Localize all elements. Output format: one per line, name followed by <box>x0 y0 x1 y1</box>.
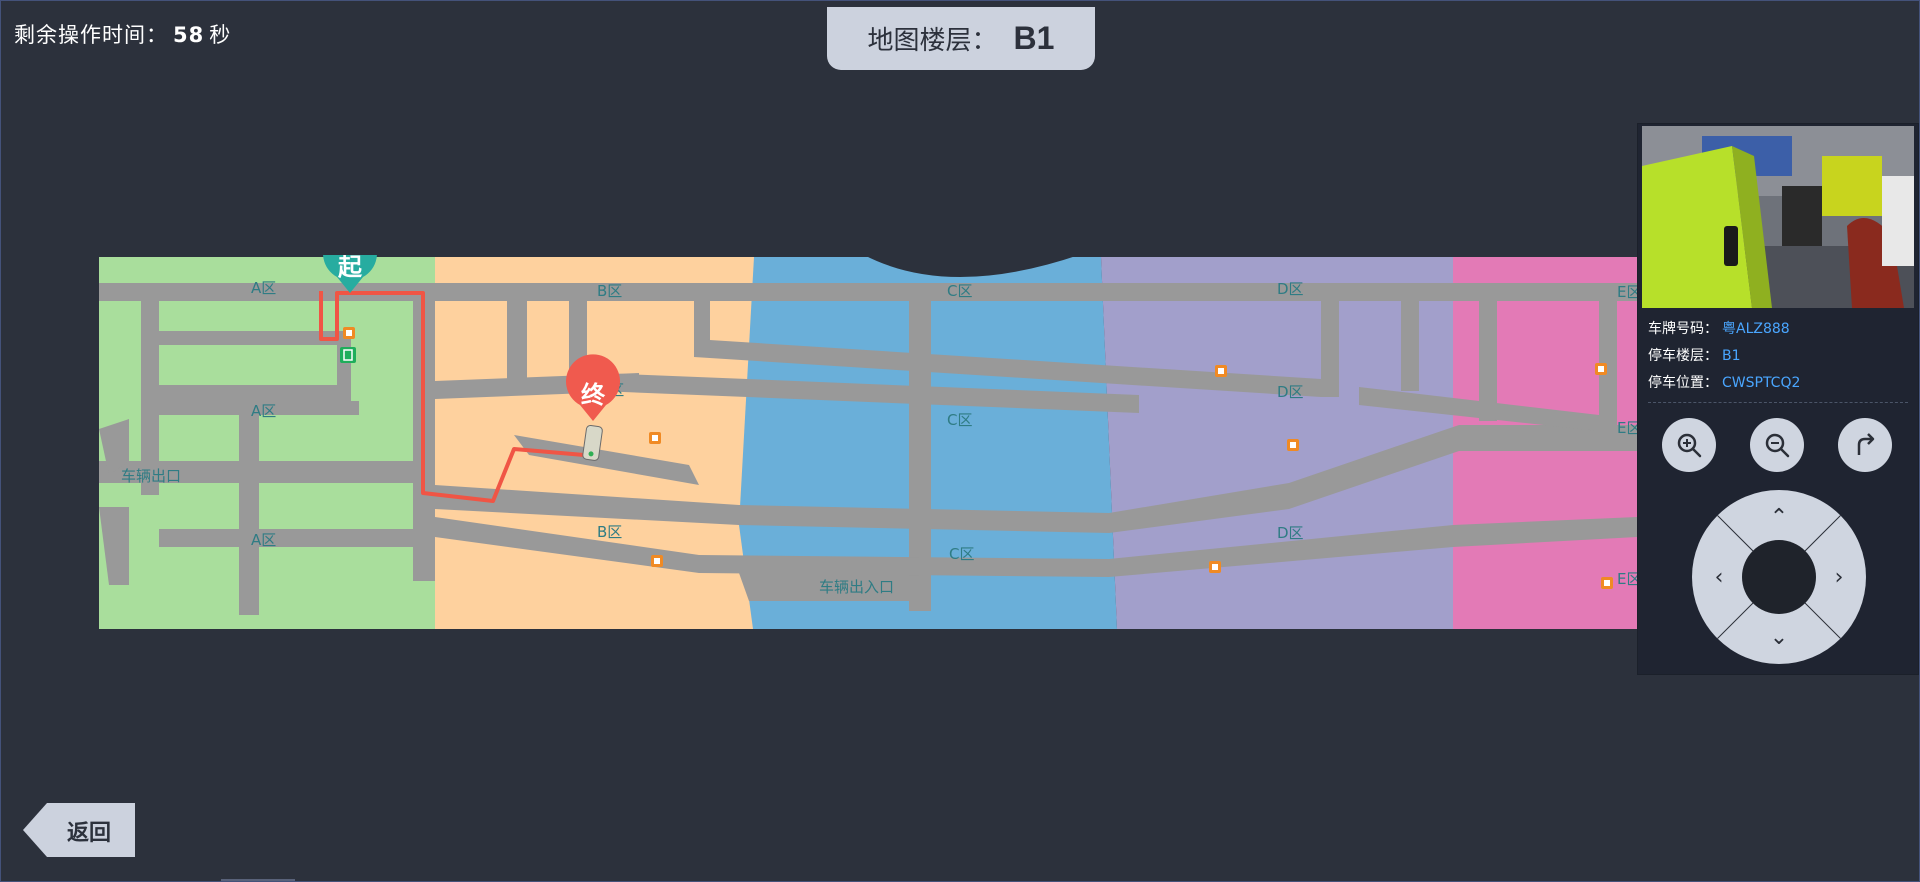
pan-down-button[interactable]: ⌄ <box>1754 612 1804 662</box>
position-row: 停车位置： CWSPTCQ2 <box>1648 372 1800 392</box>
chevron-down-icon: ⌄ <box>1769 624 1789 650</box>
elevator-icon <box>1215 365 1227 377</box>
dpad-center <box>1742 540 1816 614</box>
parking-map[interactable]: A区 A区 A区 B区 B区 B区 C区 C区 C区 D区 D区 D区 E区 E… <box>99 255 1637 629</box>
parking-position-label: 停车位置： <box>1648 375 1718 391</box>
chevron-right-icon: › <box>1834 564 1844 590</box>
end-marker-label: 终 <box>581 381 606 409</box>
parking-floor-label: 停车楼层： <box>1648 348 1718 364</box>
plate-label: 车牌号码： <box>1648 321 1718 337</box>
zone-label-a: A区 <box>251 402 276 420</box>
plate-value: 粤ALZ888 <box>1722 321 1790 337</box>
elevator-icon <box>1287 439 1299 451</box>
floor-label: 地图楼层： <box>867 26 998 56</box>
elevator-icon <box>1209 561 1221 573</box>
zoom-in-button[interactable] <box>1662 418 1716 472</box>
pan-left-button[interactable]: ‹ <box>1694 552 1744 602</box>
pan-up-button[interactable]: ⌃ <box>1754 492 1804 542</box>
pan-right-button[interactable]: › <box>1814 552 1864 602</box>
back-button[interactable]: 返回 <box>23 803 135 857</box>
zone-d-area <box>1101 257 1453 629</box>
elevator-icon <box>1595 363 1607 375</box>
zone-label-c: C区 <box>947 282 972 300</box>
panel-divider <box>1648 402 1908 403</box>
plate-row: 车牌号码： 粤ALZ888 <box>1648 318 1790 338</box>
zone-label-a: A区 <box>251 279 276 297</box>
vehicle-info-panel: 车牌号码： 粤ALZ888 停车楼层： B1 停车位置： CWSPTCQ2 ⌃ … <box>1637 123 1919 675</box>
floor-value: B1 <box>1013 20 1055 56</box>
start-marker-label: 起 <box>337 255 363 281</box>
countdown-seconds: 58 <box>173 23 205 47</box>
rotate-icon <box>1857 433 1875 455</box>
countdown-timer: 剩余操作时间： 58 秒 <box>14 19 231 49</box>
zoom-out-icon <box>1765 433 1790 458</box>
direction-pad: ⌃ ⌄ ‹ › <box>1692 490 1866 664</box>
zone-label-d: D区 <box>1277 383 1304 401</box>
parking-guide-screen: 剩余操作时间： 58 秒 地图楼层： B1 A区 A区 A区 B区 B区 C区 … <box>0 0 1920 882</box>
elevator-icon <box>649 432 661 444</box>
zone-label-d: D区 <box>1277 524 1304 542</box>
zoom-in-icon <box>1677 433 1702 458</box>
chevron-up-icon: ⌃ <box>1769 504 1789 530</box>
zone-label-e: E区 <box>1617 570 1637 588</box>
zone-label-b: B区 <box>597 282 622 300</box>
chevron-left-icon: ‹ <box>1714 564 1724 590</box>
vehicle-entrance-exit-label: 车辆出入口 <box>819 578 894 596</box>
countdown-unit: 秒 <box>209 23 232 47</box>
elevator-icon <box>651 555 663 567</box>
zone-label-d: D区 <box>1277 280 1304 298</box>
map-canvas[interactable]: A区 A区 A区 B区 B区 B区 C区 C区 C区 D区 D区 D区 E区 E… <box>99 255 1637 629</box>
zone-label-c: C区 <box>947 411 972 429</box>
vehicle-exit-label: 车辆出口 <box>121 467 181 485</box>
parking-position-value: CWSPTCQ2 <box>1722 375 1801 391</box>
floor-tab: 地图楼层： B1 <box>827 7 1095 70</box>
parking-camera-image <box>1642 126 1914 308</box>
exit-door-icon <box>340 347 356 363</box>
zoom-out-button[interactable] <box>1750 418 1804 472</box>
floor-row: 停车楼层： B1 <box>1648 345 1741 365</box>
parking-floor-value: B1 <box>1722 348 1741 364</box>
zone-label-a: A区 <box>251 531 276 549</box>
zone-label-b: B区 <box>597 523 622 541</box>
zone-label-e: E区 <box>1617 283 1637 301</box>
elevator-icon <box>343 327 355 339</box>
zone-label-e: E区 <box>1617 419 1637 437</box>
back-button-label: 返回 <box>67 821 112 846</box>
rotate-button[interactable] <box>1838 418 1892 472</box>
elevator-icon <box>1601 577 1613 589</box>
countdown-prefix: 剩余操作时间： <box>14 23 168 47</box>
zone-label-c: C区 <box>949 545 974 563</box>
